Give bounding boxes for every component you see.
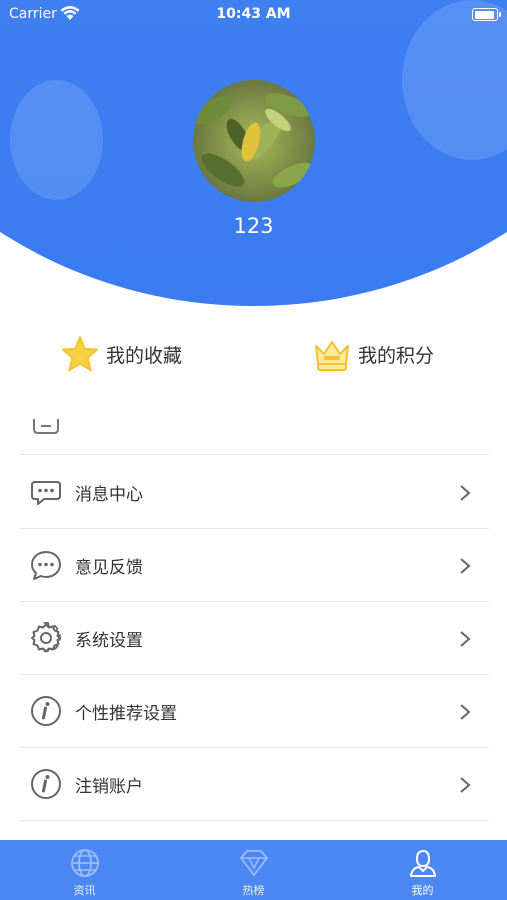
message-icon bbox=[31, 481, 61, 505]
decorative-bubble bbox=[10, 80, 103, 200]
tab-mine[interactable]: 我的 bbox=[338, 840, 507, 900]
menu-item-feedback[interactable]: 意见反馈 bbox=[20, 529, 489, 602]
diamond-icon bbox=[239, 850, 268, 876]
points-button[interactable]: 我的积分 bbox=[312, 330, 434, 378]
avatar[interactable] bbox=[193, 80, 315, 202]
chevron-right-icon bbox=[460, 485, 471, 501]
gear-icon bbox=[31, 622, 61, 653]
menu-item-label: 个性推荐设置 bbox=[75, 703, 177, 724]
feedback-icon bbox=[31, 551, 61, 580]
menu-item-label: 注销账户 bbox=[75, 776, 143, 797]
chevron-right-icon bbox=[460, 704, 471, 720]
info-icon bbox=[31, 769, 61, 799]
crown-icon bbox=[315, 341, 349, 371]
favorites-label: 我的收藏 bbox=[106, 344, 183, 367]
status-bar: Carrier 10:43 AM bbox=[0, 0, 507, 30]
tab-bar: 资讯 热榜 我的 bbox=[0, 840, 507, 900]
status-time: 10:43 AM bbox=[216, 6, 291, 22]
chevron-right-icon bbox=[460, 558, 471, 574]
menu-item-label: 消息中心 bbox=[75, 484, 143, 505]
info-icon bbox=[31, 696, 61, 726]
profile-header: Carrier 10:43 AM 123 bbox=[0, 0, 507, 310]
tab-label: 热榜 bbox=[242, 884, 265, 897]
battery-level bbox=[474, 10, 495, 19]
globe-icon bbox=[70, 849, 99, 877]
favorites-button[interactable]: 我的收藏 bbox=[60, 330, 182, 378]
menu-item-message-center[interactable]: 消息中心 bbox=[20, 456, 489, 529]
menu-item-label: 意见反馈 bbox=[75, 557, 143, 578]
tab-label: 我的 bbox=[411, 884, 434, 897]
username: 123 bbox=[233, 214, 274, 238]
chevron-right-icon bbox=[460, 777, 471, 793]
tab-hot-list[interactable]: 热榜 bbox=[169, 840, 338, 900]
settings-list[interactable]: 消息中心 意见反馈 系统设置 个性推荐设置 注销账户 bbox=[20, 405, 489, 840]
user-icon bbox=[409, 849, 436, 877]
menu-item-system-settings[interactable]: 系统设置 bbox=[20, 602, 489, 675]
menu-item-recommendation-settings[interactable]: 个性推荐设置 bbox=[20, 675, 489, 748]
points-label: 我的积分 bbox=[358, 344, 435, 367]
list-item-partial bbox=[20, 405, 489, 455]
partial-icon bbox=[33, 419, 59, 434]
chevron-right-icon bbox=[460, 631, 471, 647]
tab-news[interactable]: 资讯 bbox=[0, 840, 169, 900]
menu-item-label: 系统设置 bbox=[75, 630, 143, 651]
battery-icon bbox=[472, 8, 501, 21]
avatar-photo bbox=[193, 80, 315, 202]
menu-item-delete-account[interactable]: 注销账户 bbox=[20, 748, 489, 821]
tab-label: 资讯 bbox=[73, 884, 96, 897]
star-icon bbox=[61, 336, 99, 372]
